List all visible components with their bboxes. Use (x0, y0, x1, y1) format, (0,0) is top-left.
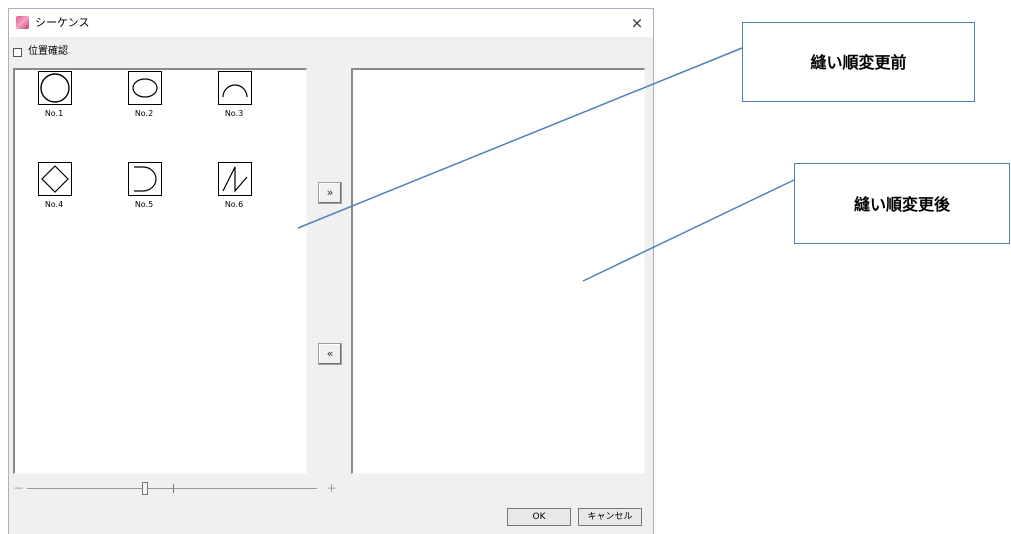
leader-line-before (297, 47, 743, 229)
callout-after-change: 縫い順変更後 (794, 163, 1010, 244)
callout-before-change: 縫い順変更前 (742, 22, 975, 102)
leader-line-after (582, 179, 795, 282)
